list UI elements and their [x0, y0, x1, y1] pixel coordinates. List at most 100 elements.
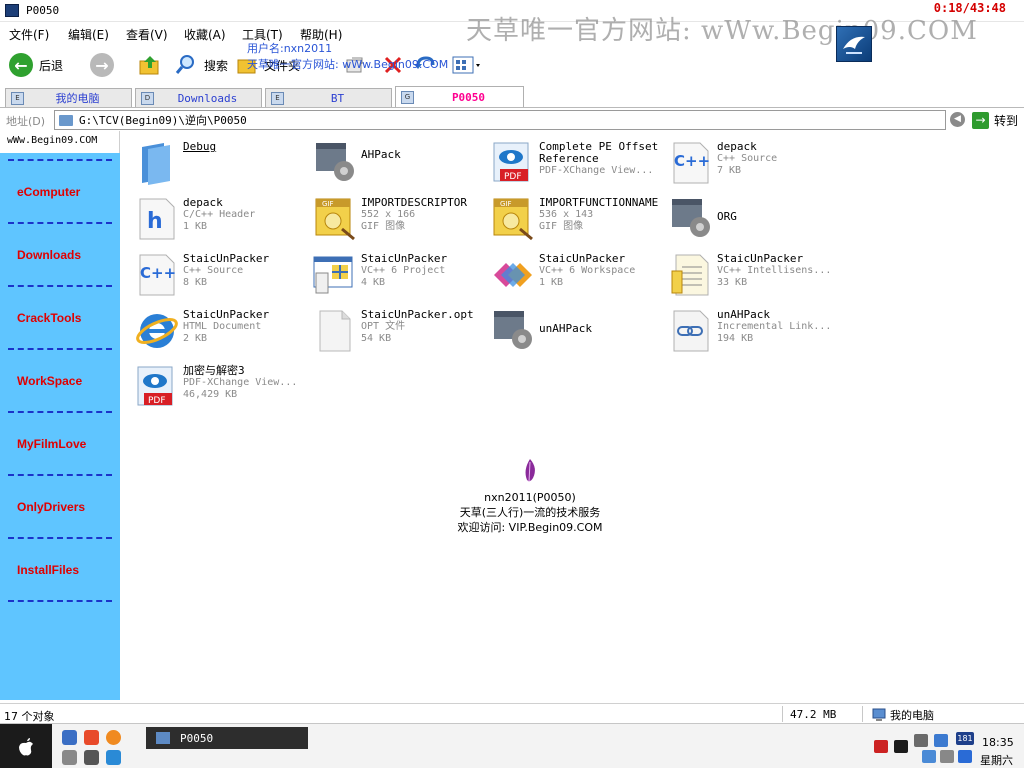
window-app-icon — [5, 4, 19, 17]
qq-icon[interactable] — [84, 730, 99, 745]
headphones-icon[interactable] — [62, 750, 77, 765]
shield-tray-icon[interactable] — [934, 734, 948, 747]
file-name: StaicUnPacker — [539, 252, 626, 265]
taskbar-item-p0050[interactable]: P0050 — [146, 727, 308, 749]
tab-label: 我的电脑 — [55, 92, 100, 105]
menu-file[interactable]: 文件(F) — [9, 26, 49, 43]
flag-icon[interactable] — [874, 740, 888, 753]
back-button[interactable]: ← 后退 — [9, 52, 63, 78]
file-item[interactable]: StaicUnPacker VC++ Intellisens... 33 KB — [668, 249, 846, 301]
network-icon[interactable] — [914, 734, 928, 747]
bluetooth-icon[interactable] — [894, 740, 908, 753]
sidebar-header-text: wWw.Begin09.COM — [7, 135, 98, 146]
file-item[interactable]: PDF 加密与解密3 PDF-XChange View... 46,429 KB — [134, 361, 312, 413]
file-type: C++ Source — [183, 265, 244, 276]
sidebar-divider — [8, 537, 112, 539]
file-name: StaicUnPacker — [183, 308, 270, 321]
file-item[interactable]: StaicUnPacker.opt OPT 文件 54 KB — [312, 305, 490, 357]
calendar-badge-icon[interactable]: 181 — [956, 732, 974, 745]
file-size: 1 KB — [539, 277, 564, 288]
header-icon: h — [139, 198, 175, 240]
views-icon — [452, 56, 480, 74]
file-name: unAHPack — [539, 322, 592, 335]
file-item[interactable]: C++ depack C++ Source 7 KB — [668, 137, 846, 189]
sidebar-item-workspace[interactable]: WorkSpace — [17, 374, 82, 388]
intellisense-icon — [671, 254, 709, 296]
file-type: HTML Document — [183, 321, 262, 332]
svg-text:GIF: GIF — [322, 200, 334, 208]
file-item[interactable]: StaicUnPacker VC++ 6 Project 4 KB — [312, 249, 490, 301]
file-item[interactable]: Debug — [134, 137, 312, 189]
file-size: 8 KB — [183, 277, 208, 288]
go-button[interactable]: → 转到 — [972, 111, 1018, 129]
exe-icon — [316, 143, 354, 181]
sidebar-item-ecomputer[interactable]: eComputer — [17, 185, 80, 199]
gif-icon: GIF — [315, 198, 355, 241]
menu-favorites[interactable]: 收藏(A) — [184, 26, 226, 43]
file-name: StaicUnPacker — [717, 252, 804, 265]
file-name: AHPack — [361, 148, 401, 161]
views-button[interactable] — [452, 52, 482, 78]
file-type: VC++ 6 Project — [361, 265, 446, 276]
status-bar: 17 个对象 47.2 MB 我的电脑 — [0, 703, 1024, 723]
file-type: Incremental Link... — [717, 321, 832, 332]
svg-text:PDF: PDF — [504, 172, 522, 182]
forward-button[interactable]: → — [90, 52, 114, 78]
sidebar-divider — [8, 159, 112, 161]
file-item[interactable]: StaicUnPacker VC++ 6 Workspace 1 KB — [490, 249, 668, 301]
sidebar-item-myfilmlove[interactable]: MyFilmLove — [17, 437, 86, 451]
sidebar-item-installfiles[interactable]: InstallFiles — [17, 563, 79, 577]
file-item[interactable]: GIF IMPORTDESCRIPTOR 552 x 166 GIF 图像 — [312, 193, 490, 245]
file-item[interactable]: PDF Complete PE Offset Reference PDF-XCh… — [490, 137, 668, 189]
file-name-line2: Reference — [539, 152, 599, 165]
file-item[interactable]: unAHPack — [490, 305, 668, 357]
file-item[interactable]: C++ StaicUnPacker C++ Source 8 KB — [134, 249, 312, 301]
menu-edit[interactable]: 编辑(E) — [68, 26, 109, 43]
file-item[interactable]: ORG — [668, 193, 846, 245]
tab-p0050[interactable]: G P0050 — [395, 86, 524, 107]
start-button[interactable] — [0, 724, 52, 768]
ie-launch-icon[interactable] — [106, 750, 121, 765]
file-type: PDF-XChange View... — [539, 165, 654, 176]
tab-my-computer[interactable]: E 我的电脑 — [5, 88, 132, 107]
file-item[interactable]: h depack C/C++ Header 1 KB — [134, 193, 312, 245]
search-icon — [175, 55, 194, 74]
file-type: OPT 文件 — [361, 321, 406, 332]
volume-icon[interactable] — [922, 750, 936, 763]
show-desktop-icon[interactable] — [62, 730, 77, 745]
up-folder-button[interactable] — [138, 52, 162, 78]
sidebar-item-cracktools[interactable]: CrackTools — [17, 311, 81, 325]
display-icon[interactable] — [940, 750, 954, 763]
overlay-site-text: 天草唯一官方网站: wWw.Begin09.COM — [247, 58, 449, 71]
search-button[interactable]: 搜索 — [174, 52, 228, 78]
sidebar-item-downloads[interactable]: Downloads — [17, 248, 81, 262]
update-icon[interactable] — [958, 750, 972, 763]
file-item[interactable]: AHPack — [312, 137, 490, 189]
overlay-line1: nxn2011(P0050) — [484, 491, 576, 504]
file-item[interactable]: unAHPack Incremental Link... 194 KB — [668, 305, 846, 357]
pdf-icon: PDF — [493, 142, 529, 182]
address-history-icon[interactable]: ◀ — [950, 112, 965, 127]
menu-view[interactable]: 查看(V) — [126, 26, 168, 43]
forward-arrow-icon: → — [90, 53, 114, 77]
apple-logo-icon — [19, 737, 33, 755]
status-object-count: 17 个对象 — [4, 710, 55, 723]
file-item[interactable]: GIF IMPORTFUNCTIONNAME 536 x 143 GIF 图像 — [490, 193, 668, 245]
shield-icon[interactable] — [84, 750, 99, 765]
status-separator — [862, 706, 863, 722]
sidebar-item-onlydrivers[interactable]: OnlyDrivers — [17, 500, 85, 514]
system-tray: 181 18:35 星期六 — [872, 728, 1024, 768]
address-input[interactable]: G:\TCV(Begin09)\逆向\P0050 — [54, 110, 946, 130]
back-arrow-icon: ← — [9, 53, 33, 77]
svg-text:h: h — [147, 209, 163, 234]
file-size: 54 KB — [361, 333, 392, 344]
svg-text:GIF: GIF — [500, 200, 512, 208]
status-size: 47.2 MB — [790, 708, 837, 721]
tab-bt[interactable]: E BT — [265, 88, 392, 107]
up-folder-icon — [139, 56, 159, 75]
sidebar-divider — [8, 285, 112, 287]
firefox-icon[interactable] — [106, 730, 121, 745]
file-item[interactable]: StaicUnPacker HTML Document 2 KB — [134, 305, 312, 357]
tab-downloads[interactable]: D Downloads — [135, 88, 262, 107]
file-name: IMPORTFUNCTIONNAME — [539, 196, 659, 209]
